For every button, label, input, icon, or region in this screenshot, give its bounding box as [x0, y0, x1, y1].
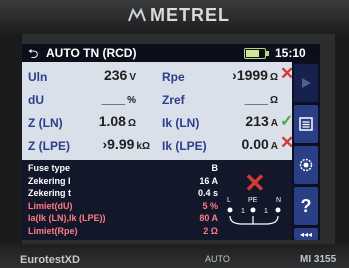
ikln-value: 213 A — [245, 113, 278, 129]
iklpe-value: 0.00 A — [241, 136, 278, 152]
help-icon: ? — [300, 195, 312, 216]
start-test-button[interactable] — [294, 64, 318, 102]
zlpe-value: ›9.99 kΩ — [102, 136, 150, 152]
battery-icon — [244, 48, 269, 59]
param-value: 16 A — [199, 175, 218, 186]
ikln-label: Ik (LN) — [162, 116, 200, 130]
param-value: 80 A — [199, 213, 218, 223]
param-value: 0.4 s — [197, 188, 218, 198]
more-button[interactable]: ◂◂◂ — [294, 228, 318, 240]
diagram-loop — [229, 215, 279, 225]
list-button[interactable] — [294, 105, 318, 143]
diagram-one-a: 1 — [241, 208, 245, 215]
param-value: B — [211, 163, 219, 173]
more-icon: ◂◂◂ — [299, 229, 313, 239]
help-button[interactable]: ? — [294, 187, 318, 225]
param-label: Ia(Ik (LN),Ik (LPE)) — [28, 213, 106, 223]
battery-level — [246, 50, 259, 57]
brand-name: METREL — [150, 5, 230, 25]
uln-label: Uln — [28, 70, 48, 84]
play-icon — [302, 78, 311, 88]
zlpe-label: Z (LPE) — [28, 139, 70, 153]
param-label: Zekering I — [28, 175, 71, 186]
instrument-screen: ⮌ AUTO TN (RCD) 15:10 Uln 236 V dU ___% Z… — [22, 44, 320, 240]
settings-icon — [299, 158, 313, 172]
diagram-terminal-pe — [250, 207, 256, 213]
mode-label: AUTO — [205, 254, 230, 264]
param-label: Limiet(dU) — [28, 200, 73, 211]
screen-header: ⮌ AUTO TN (RCD) 15:10 — [22, 44, 320, 62]
results-panel: Uln 236 V dU ___% Z (LN) 1.08 Ω Z (LPE) ›9… — [22, 62, 320, 160]
list-icon — [299, 117, 313, 131]
zref-value: ___ Ω — [244, 90, 278, 106]
rpe-label: Rpe — [162, 70, 185, 84]
connection-diagram: L PE N 1 1 — [227, 197, 281, 225]
param-value: 5 % — [202, 200, 218, 211]
du-label: dU — [28, 93, 44, 107]
du-value: ___% — [101, 90, 136, 106]
zln-value: 1.08 Ω — [98, 113, 136, 129]
param-label: Fuse type — [28, 163, 71, 173]
param-value: 2 Ω — [203, 225, 218, 236]
clock: 15:10 — [275, 46, 306, 60]
diagram-pe-label: PE — [248, 197, 258, 204]
device-bezel-right — [335, 34, 349, 268]
zref-label: Zref — [162, 93, 185, 107]
settings-button[interactable] — [294, 146, 318, 184]
param-label: Zekering t — [28, 188, 72, 198]
zln-label: Z (LN) — [28, 116, 63, 130]
device-bezel-left — [0, 34, 22, 268]
side-toolbar: ? ◂◂◂ — [292, 62, 320, 240]
diagram-terminal-n — [275, 207, 281, 213]
device-bezel-top: METREL — [0, 0, 349, 34]
param-label: Limiet(Rpe) — [28, 225, 78, 236]
rpe-value: ›1999 Ω — [232, 67, 278, 83]
uln-value: 236 V — [103, 67, 136, 83]
diagram-one-b: 1 — [264, 208, 268, 215]
diagram-n-label: N — [276, 197, 281, 204]
screen-title: AUTO TN (RCD) — [46, 46, 137, 60]
model-name: EurotestXD — [20, 254, 80, 266]
metrel-logo-icon — [128, 8, 146, 22]
diagram-l-label: L — [227, 197, 231, 204]
model-number: MI 3155 — [300, 254, 337, 265]
iklpe-label: Ik (LPE) — [162, 139, 207, 153]
diagram-terminal-l — [227, 207, 233, 213]
